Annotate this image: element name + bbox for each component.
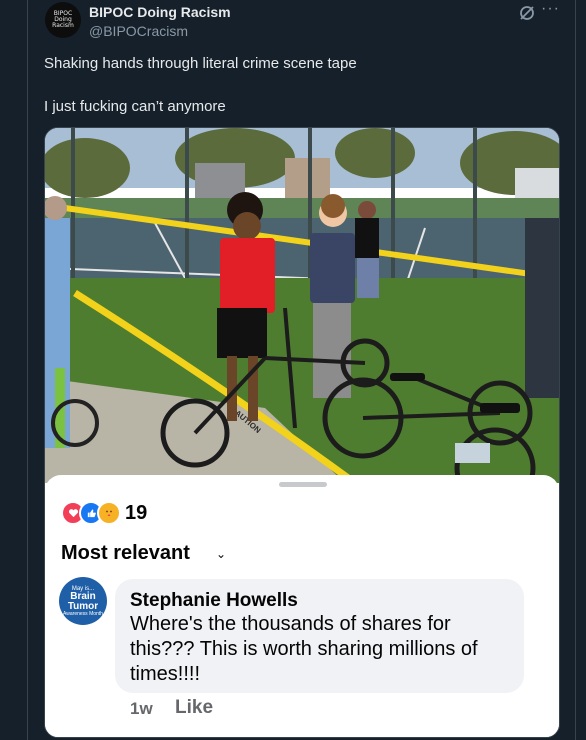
photo-kids-handshake[interactable]: CAUTION xyxy=(45,128,559,483)
like-button[interactable]: Like xyxy=(175,697,213,719)
comment-timestamp[interactable]: 1w xyxy=(130,699,153,719)
fb-comment-sheet: 19 Most relevant ⌄ May is... Brain Tumor… xyxy=(45,475,559,737)
drag-handle[interactable] xyxy=(279,482,327,487)
commenter-name[interactable]: Stephanie Howells xyxy=(130,590,298,612)
tweet-text-line-1: Shaking hands through literal crime scen… xyxy=(44,55,357,72)
comment-bubble: Stephanie Howells Where's the thousands … xyxy=(115,579,524,693)
avatar-caption-brain: Brain xyxy=(70,590,96,602)
author-handle[interactable]: @BIPOCracism xyxy=(89,23,188,39)
avatar-caption-bottom: Awareness Month xyxy=(63,610,103,617)
chevron-down-icon[interactable]: ⌄ xyxy=(216,547,226,561)
care-icon xyxy=(97,501,121,525)
tweet-media[interactable]: CAUTION 19 Most relevant ⌄ May is... Bra… xyxy=(44,127,560,738)
tweet-text-line-2: I just fucking can’t anymore xyxy=(44,98,226,115)
avatar-caption-tumor: Tumor xyxy=(67,600,99,612)
grok-icon[interactable] xyxy=(518,4,536,22)
more-options-icon[interactable]: ··· xyxy=(541,0,560,18)
reaction-count: 19 xyxy=(125,501,148,524)
avatar-text: BIPOC Doing Racism xyxy=(52,10,74,29)
reactions-row[interactable]: 19 xyxy=(61,501,148,525)
author-avatar[interactable]: BIPOC Doing Racism xyxy=(45,2,81,38)
comment-filter-label[interactable]: Most relevant xyxy=(61,542,190,565)
author-name[interactable]: BIPOC Doing Racism xyxy=(89,4,231,20)
comment-text: Where's the thousands of shares for this… xyxy=(130,613,478,685)
commenter-avatar[interactable]: May is... Brain Tumor Awareness Month xyxy=(59,577,107,625)
